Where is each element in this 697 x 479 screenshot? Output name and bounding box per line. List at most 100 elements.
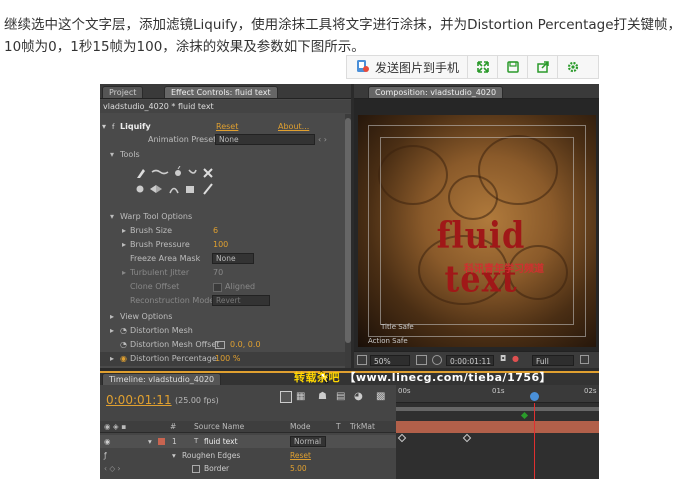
frame-blend-icon[interactable]: ▤: [336, 391, 345, 402]
distortion-pct-value[interactable]: 100 %: [215, 352, 240, 366]
param-label: Freeze Area Mask: [130, 254, 201, 263]
layer-duration-bar[interactable]: [396, 421, 599, 433]
time-ruler[interactable]: 00s 01s 02s: [396, 385, 599, 403]
expand-icon: [476, 61, 489, 73]
region-icon[interactable]: [357, 355, 367, 365]
comp-timecode[interactable]: 0:00:01:11: [446, 355, 494, 366]
playhead-line[interactable]: [534, 403, 535, 479]
stopwatch-icon[interactable]: ◔: [120, 338, 127, 352]
warp-toggle-icon[interactable]: ▾: [110, 210, 114, 224]
layer-row[interactable]: ◉ ▾ 1 T fluid text Normal: [100, 435, 396, 448]
reconstruct-tool-icons[interactable]: [134, 182, 224, 196]
tab-project[interactable]: Project: [102, 86, 144, 98]
param-row-disabled: ▸ Turbulent Jitter 70: [100, 266, 345, 280]
send-to-phone-label: 发送图片到手机: [375, 60, 460, 75]
composition-viewer[interactable]: fluid text 科讯青年学习频道 Title Safe Action Sa…: [354, 99, 599, 351]
draft-3d-icon[interactable]: ▦: [296, 391, 305, 402]
roughen-edges-label: Roughen Edges: [182, 451, 241, 460]
av-switches-icon: ◉ ◈ ▪: [104, 422, 127, 431]
motion-blur-icon[interactable]: ◕: [354, 391, 363, 402]
effect-header: ▾ f Liquify Reset About...: [100, 120, 345, 134]
warp-tool-icons[interactable]: [134, 165, 224, 180]
tool-icons-row-1: [134, 165, 224, 180]
warp-options-group: ▾ Warp Tool Options: [100, 210, 345, 224]
panel-scrollbar-thumb[interactable]: [345, 118, 351, 343]
tab-timeline[interactable]: Timeline: vladstudio_4020: [102, 373, 222, 385]
view-options-group: ▸ View Options: [100, 310, 345, 324]
param-toggle-icon[interactable]: ▸: [122, 224, 126, 238]
effect-name: Liquify: [120, 122, 151, 131]
layer-toggle-icon[interactable]: ▾: [148, 435, 152, 448]
fx-switch-icon[interactable]: ƒ: [104, 449, 107, 462]
timeline-panel: Timeline: vladstudio_4020 0:00:01:11 (25…: [100, 371, 599, 479]
param-value[interactable]: 100: [213, 238, 228, 252]
effect-toggle-icon[interactable]: ▾: [172, 449, 176, 462]
current-time-indicator[interactable]: [530, 392, 539, 401]
layer-name[interactable]: fluid text: [204, 435, 238, 448]
comp-title-text: fluid text: [436, 213, 526, 301]
watermark-prefix: 转载杂吧: [294, 371, 340, 384]
image-share-toolbar: 发送图片到手机: [346, 55, 599, 79]
title-safe-label: Title Safe: [381, 323, 414, 331]
graph-editor-icon[interactable]: ▩: [376, 391, 385, 402]
settings-button[interactable]: [558, 56, 588, 78]
roughen-reset-link[interactable]: Reset: [290, 449, 311, 462]
stopwatch-icon[interactable]: [192, 465, 200, 473]
presets-dropdown[interactable]: None: [215, 134, 315, 145]
keyframe-nav-icon[interactable]: ‹ ◇ ›: [104, 462, 121, 475]
grid-icon[interactable]: [416, 355, 427, 365]
param-row-disabled: Clone Offset Aligned: [100, 280, 345, 294]
keyframe-marker[interactable]: [520, 411, 529, 420]
param-toggle-icon[interactable]: ▸: [122, 238, 126, 252]
view-options-toggle-icon[interactable]: ▸: [110, 310, 114, 324]
tab-effect-controls[interactable]: Effect Controls: fluid text: [164, 86, 278, 98]
crosshair-icon[interactable]: [215, 341, 225, 349]
blend-mode-dropdown[interactable]: Normal: [290, 436, 326, 447]
stopwatch-active-icon[interactable]: ◉: [120, 352, 127, 366]
timeline-layers-area: 0:00:01:11 (25.00 fps) ▦ ☗ ▤ ◕ ▩ ◉ ◈ ▪ #…: [100, 385, 396, 479]
freeze-mask-dropdown[interactable]: None: [212, 253, 254, 264]
stopwatch-icon[interactable]: ◔: [120, 324, 127, 338]
border-value[interactable]: 5.00: [290, 462, 307, 475]
expand-triangle-icon[interactable]: ▾: [102, 120, 106, 134]
tab-composition[interactable]: Composition: vladstudio_4020: [368, 86, 504, 98]
comp-mini-flowchart-icon[interactable]: [280, 391, 292, 403]
channel-icon[interactable]: ●: [512, 354, 519, 363]
effect-about-link[interactable]: About...: [278, 120, 309, 134]
visibility-icon[interactable]: ◉: [104, 435, 111, 448]
mesh-offset-label: Distortion Mesh Offset: [130, 340, 220, 349]
tools-toggle-icon[interactable]: ▾: [110, 148, 114, 162]
zoom-dropdown[interactable]: 50%: [370, 355, 410, 366]
resolution-dropdown[interactable]: Full: [532, 355, 574, 366]
mesh-toggle-icon[interactable]: ▸: [110, 324, 114, 338]
current-timecode[interactable]: 0:00:01:11: [106, 393, 172, 407]
watermark: 转载杂吧 【www.linecg.com/tieba/1756】: [294, 369, 551, 385]
layer-number: 1: [172, 437, 177, 446]
view-options-label: View Options: [120, 312, 173, 321]
pct-toggle-icon[interactable]: ▸: [110, 352, 114, 366]
col-mode: Mode: [290, 422, 311, 431]
transparency-grid-icon[interactable]: [580, 355, 589, 364]
work-area-bar[interactable]: [396, 407, 599, 411]
param-value[interactable]: 6: [213, 224, 218, 238]
timeline-graph-area[interactable]: 00s 01s 02s: [396, 385, 599, 479]
snapshot-icon[interactable]: ◘: [500, 354, 506, 363]
expand-button[interactable]: [468, 56, 499, 78]
send-to-phone-button[interactable]: 发送图片到手机: [347, 56, 469, 78]
hide-shy-icon[interactable]: ☗: [318, 391, 327, 402]
param-label: Reconstruction Mode: [130, 296, 215, 305]
layer-color-label[interactable]: [158, 438, 165, 445]
keyframe-marker[interactable]: [462, 433, 472, 443]
save-button[interactable]: [498, 56, 529, 78]
property-row: ‹ ◇ › Border 5.00: [100, 462, 396, 475]
share-icon: [536, 61, 549, 73]
effect-reset-link[interactable]: Reset: [216, 120, 238, 134]
share-button[interactable]: [528, 56, 559, 78]
param-row: ▸ Brush Pressure 100: [100, 238, 345, 252]
mask-icon[interactable]: [432, 355, 442, 365]
keyframe-marker[interactable]: [397, 433, 407, 443]
preset-nav-arrows-icon[interactable]: ‹ ›: [318, 133, 327, 147]
intro-paragraph: 继续选中这个文字层，添加滤镜Liquify，使用涂抹工具将文字进行涂抹，并为Di…: [4, 17, 682, 55]
col-t: T: [336, 422, 341, 431]
mesh-offset-value[interactable]: 0.0, 0.0: [230, 338, 261, 352]
